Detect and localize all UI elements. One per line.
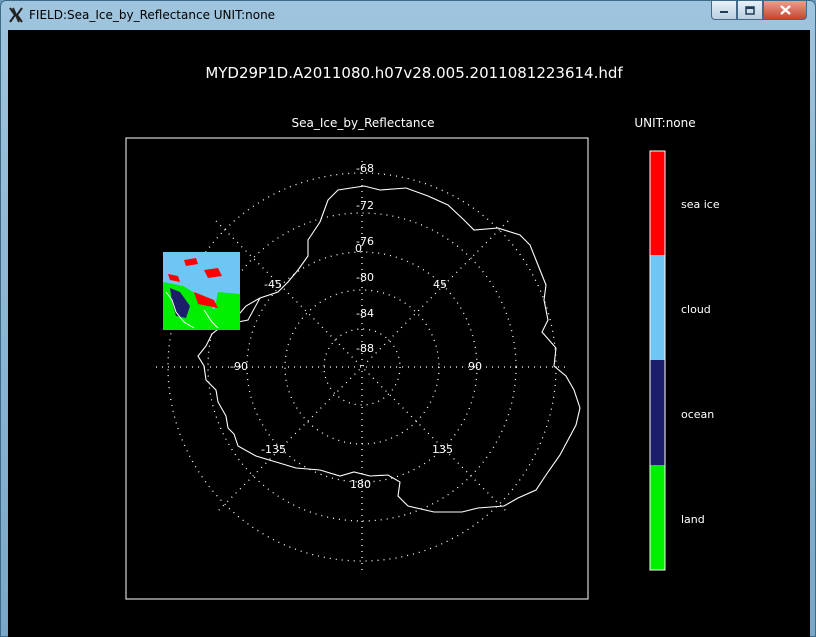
legend-swatch-sea-ice (650, 151, 665, 255)
close-button[interactable] (763, 1, 807, 20)
minimize-icon (720, 11, 728, 13)
close-icon (779, 5, 791, 15)
maximize-icon (745, 5, 755, 15)
legend-label-land: land (681, 513, 705, 526)
data-tile (163, 252, 240, 330)
lat-label: -68 (356, 162, 374, 175)
meridians (156, 161, 568, 573)
legend-label-ocean: ocean (681, 408, 714, 421)
window-controls (711, 1, 807, 20)
legend-colorbar (649, 150, 666, 571)
legend-labels: sea ice cloud ocean land (681, 198, 720, 526)
window-title: FIELD:Sea_Ice_by_Reflectance UNIT:none (29, 8, 276, 22)
meridian-45 (215, 220, 509, 514)
lon-label: -90 (230, 360, 248, 373)
plot-svg: MYD29P1D.A2011080.h07v28.005.20110812236… (125, 64, 720, 600)
lon-label: 180 (350, 478, 371, 491)
latitude-labels: -68 -72 -76 -80 -84 -88 (356, 162, 374, 355)
minimize-button[interactable] (711, 1, 737, 20)
lat-label: -72 (356, 199, 374, 212)
plot-canvas: MYD29P1D.A2011080.h07v28.005.20110812236… (8, 30, 810, 637)
legend-label-sea-ice: sea ice (681, 198, 720, 211)
lon-label: 45 (433, 278, 447, 291)
x-icon (9, 7, 23, 23)
legend-swatch-land (650, 465, 665, 570)
lon-label: 0 (355, 242, 362, 255)
lon-label: -135 (261, 443, 286, 456)
legend-label-cloud: cloud (681, 303, 711, 316)
legend-swatch-ocean (650, 360, 665, 465)
antarctica-coastline (197, 185, 581, 513)
lat-label: -80 (356, 271, 374, 284)
title-bar[interactable]: FIELD:Sea_Ice_by_Reflectance UNIT:none (1, 1, 815, 31)
legend-swatch-cloud (650, 255, 665, 360)
application-window: FIELD:Sea_Ice_by_Reflectance UNIT:none M… (0, 0, 816, 637)
maximize-button[interactable] (737, 1, 763, 20)
lon-label: 90 (468, 360, 482, 373)
map-title: Sea_Ice_by_Reflectance (292, 116, 435, 130)
unit-label: UNIT:none (634, 116, 695, 130)
file-title: MYD29P1D.A2011080.h07v28.005.20110812236… (205, 64, 623, 82)
lon-label: 135 (432, 443, 453, 456)
meridian-135 (215, 220, 509, 514)
lon-label: -45 (264, 278, 282, 291)
lat-label: -84 (356, 307, 374, 320)
lat-label: -88 (356, 342, 374, 355)
